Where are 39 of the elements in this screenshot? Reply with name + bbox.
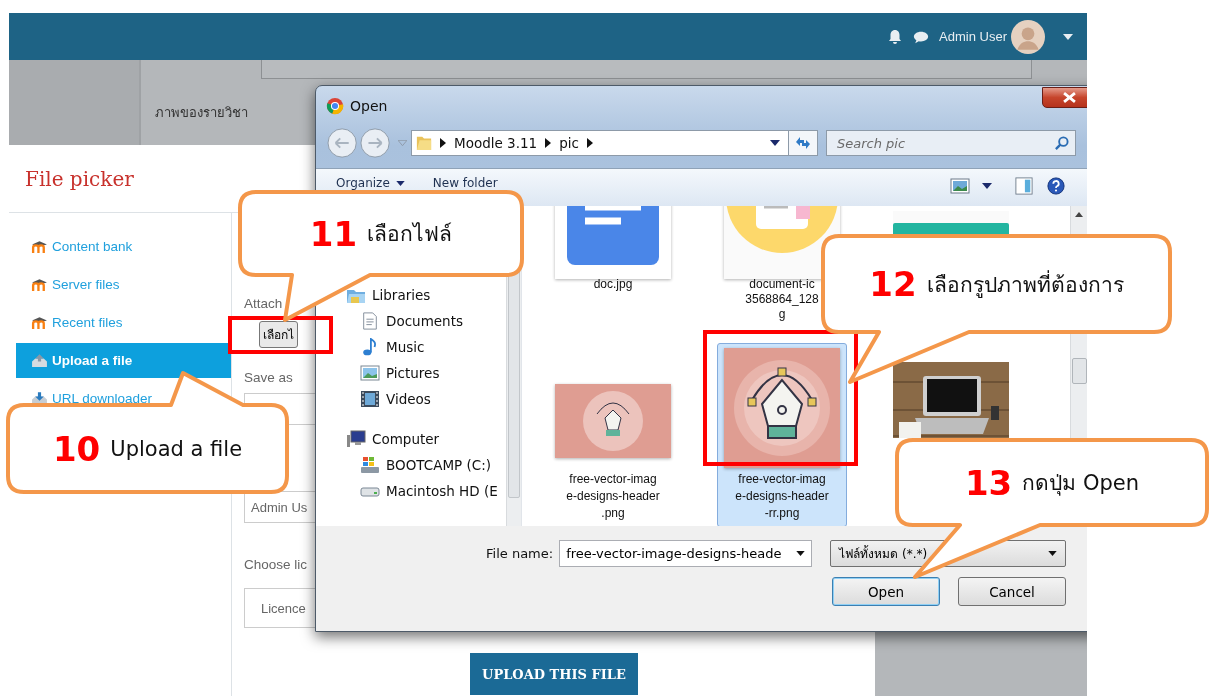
nav-item[interactable]: Libraries xyxy=(346,284,506,306)
callout-text: เลือกรูปภาพที่ต้องการ xyxy=(926,269,1124,300)
dialog-button[interactable]: Open xyxy=(832,577,940,606)
nav-item[interactable]: Music xyxy=(346,336,506,358)
field-label: Save as xyxy=(244,370,293,385)
file-item[interactable]: free-vector-imag e-designs-header -rr.png xyxy=(717,343,847,526)
toolbar-button[interactable]: Organize xyxy=(336,176,405,190)
file-item[interactable]: free-vector-imag e-designs-header .png xyxy=(548,343,678,526)
nav-item[interactable]: BOOTCAMP (C:) xyxy=(346,454,506,476)
path-segment[interactable]: Moodle 3.11 xyxy=(454,135,538,151)
nav-item[interactable]: Documents xyxy=(346,310,506,332)
step-number: 13 xyxy=(964,462,1013,503)
choose-file-button[interactable]: เลือกไ xyxy=(259,321,298,348)
callout-text: Upload a file xyxy=(110,436,243,461)
step-number: 10 xyxy=(52,428,101,469)
upload-button[interactable]: UPLOAD THIS FILE xyxy=(470,653,638,695)
nav-item[interactable]: Pictures xyxy=(346,362,506,384)
user-name[interactable]: Admin User xyxy=(939,29,1007,44)
path-segment[interactable]: pic xyxy=(559,135,579,151)
window-title: Open xyxy=(350,98,388,114)
file-item[interactable]: doc.jpg xyxy=(548,206,678,343)
nav-item[interactable]: Computer xyxy=(346,428,506,450)
file-item[interactable]: document-ic 3568864_128 g xyxy=(717,206,847,343)
address-bar[interactable]: Moodle 3.11 pic xyxy=(411,130,789,156)
dialog-button[interactable]: Cancel xyxy=(958,577,1066,606)
callout-text: เลือกไฟล์ xyxy=(367,221,453,248)
image-label: ภาพของรายวิชา xyxy=(154,104,248,122)
dialog-title: File picker xyxy=(25,166,134,191)
step-number: 12 xyxy=(869,264,917,304)
step-number: 11 xyxy=(309,213,358,254)
field-label: Choose lic xyxy=(244,557,308,572)
field-label: Attach xyxy=(244,296,283,311)
nav-item[interactable]: Videos xyxy=(346,388,506,410)
field-label: File name: xyxy=(486,546,554,561)
toolbar-button[interactable]: New folder xyxy=(432,176,498,190)
callout-text: กดปุ่ม Open xyxy=(1022,470,1140,498)
nav-item[interactable]: Macintosh HD (E xyxy=(346,480,506,502)
file-name-field[interactable]: free-vector-image-designs-heade xyxy=(559,540,813,567)
search-field[interactable]: Search pic xyxy=(826,130,1076,156)
